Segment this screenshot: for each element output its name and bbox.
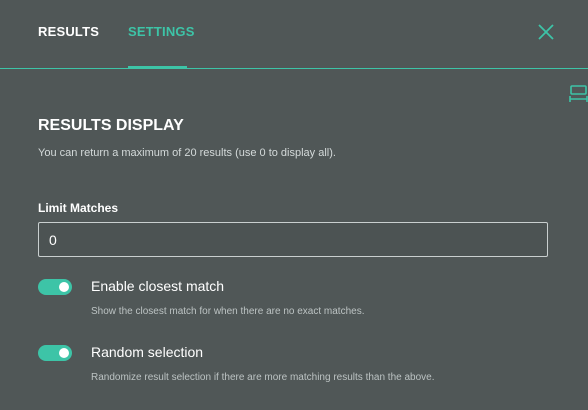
tab-results[interactable]: RESULTS [38, 24, 99, 39]
toggle-knob [59, 348, 69, 358]
close-button[interactable] [537, 23, 555, 41]
tab-settings[interactable]: SETTINGS [128, 24, 195, 39]
random-selection-title: Random selection [91, 344, 204, 360]
active-tab-indicator [128, 66, 187, 69]
toggle-knob [59, 282, 69, 292]
limit-matches-input[interactable] [38, 222, 548, 257]
section-title: RESULTS DISPLAY [38, 117, 184, 134]
expand-horizontal-icon [569, 85, 588, 102]
random-selection-description: Randomize result selection if there are … [91, 372, 435, 383]
tab-bar: RESULTS SETTINGS [0, 0, 588, 69]
closest-match-title: Enable closest match [91, 278, 225, 294]
closest-match-toggle[interactable] [38, 279, 72, 295]
limit-matches-label: Limit Matches [38, 201, 119, 215]
section-description: You can return a maximum of 20 results (… [38, 147, 336, 159]
close-icon [538, 24, 554, 40]
expand-horizontal-button[interactable] [569, 84, 588, 106]
closest-match-description: Show the closest match for when there ar… [91, 306, 365, 317]
random-selection-toggle[interactable] [38, 345, 72, 361]
